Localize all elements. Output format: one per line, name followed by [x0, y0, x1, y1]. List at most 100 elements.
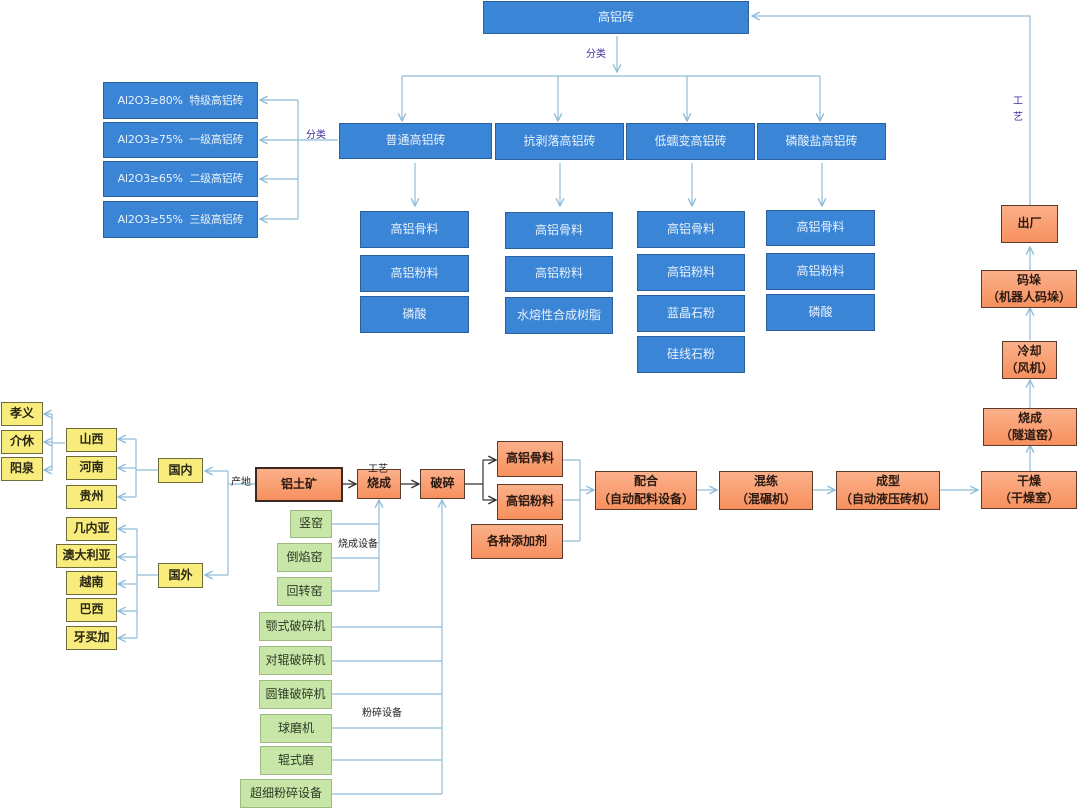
process-shipping: 出厂 — [1001, 205, 1058, 243]
connector — [752, 16, 1031, 205]
component-label: 高铝骨料 — [796, 220, 845, 235]
crusher-label: 圆锥破碎机 — [265, 686, 326, 701]
material-name: 高铝粉料 — [505, 494, 554, 509]
process-equipment: （机器人码垛） — [986, 290, 1071, 304]
city-box: 介休 — [1, 430, 43, 454]
component-label: 高铝粉料 — [534, 266, 583, 281]
process-equipment: （隧道窑） — [999, 428, 1060, 442]
component-box: 高铝粉料 — [360, 255, 469, 292]
grade-box: Al2O3≥80% 特级高铝砖 — [103, 82, 258, 119]
origin-domestic: 国内 — [158, 458, 203, 483]
origin-label: 产地 — [231, 477, 251, 488]
title-text: 高铝砖 — [597, 9, 634, 24]
process-equipment: （混碾机） — [735, 491, 796, 506]
material-name: 高铝骨料 — [505, 451, 554, 466]
material-powder: 高铝粉料 — [497, 484, 563, 520]
process-name: 成型 — [875, 474, 900, 489]
grade-label: Al2O3≥65% 二级高铝砖 — [117, 172, 244, 186]
country-label: 牙买加 — [73, 630, 110, 645]
crusher-box: 颚式破碎机 — [259, 612, 332, 641]
country-box: 澳大利亚 — [56, 544, 117, 568]
process-batching: 配合 （自动配料设备） — [595, 471, 697, 510]
country-label: 巴西 — [79, 602, 104, 617]
province-box: 河南 — [66, 456, 117, 480]
grade-box: Al2O3≥55% 三级高铝砖 — [103, 201, 258, 238]
component-label: 高铝粉料 — [666, 264, 715, 279]
country-box: 巴西 — [66, 598, 117, 622]
process-name: 码垛 — [1016, 272, 1041, 287]
component-box: 磷酸 — [766, 294, 875, 331]
category-label: 普通高铝砖 — [385, 133, 446, 148]
component-box: 高铝骨料 — [637, 211, 745, 248]
city-label: 阳泉 — [9, 461, 34, 476]
origin-group-label: 国内 — [168, 462, 193, 477]
kiln-box: 竖窑 — [290, 510, 332, 538]
kiln-label: 回转窑 — [286, 583, 323, 598]
category-label: 低蠕变高铝砖 — [654, 133, 727, 148]
component-box: 硅线石粉 — [637, 336, 745, 373]
crusher-label: 颚式破碎机 — [265, 618, 326, 633]
country-box: 几内亚 — [66, 517, 117, 541]
city-label: 介休 — [9, 434, 34, 449]
component-label: 磷酸 — [402, 306, 427, 321]
process-sintering: 烧成 （隧道窑） — [983, 408, 1077, 446]
process-name: 冷却 — [1017, 343, 1042, 358]
process-stacking: 码垛 （机器人码垛） — [981, 270, 1077, 308]
process-label-mid: 工艺 — [368, 464, 388, 475]
raw-material-bauxite: 铝土矿 — [255, 467, 343, 502]
country-box: 越南 — [66, 571, 117, 595]
origin-foreign: 国外 — [158, 563, 203, 588]
component-box: 高铝骨料 — [766, 210, 875, 246]
classify-label-top: 分类 — [586, 49, 606, 60]
component-box: 高铝粉料 — [766, 253, 875, 290]
grade-box: Al2O3≥65% 二级高铝砖 — [103, 161, 258, 197]
raw-material-name: 铝土矿 — [280, 476, 317, 491]
process-equipment: （自动配料设备） — [597, 491, 694, 506]
city-box: 孝义 — [1, 402, 43, 426]
crusher-box: 球磨机 — [260, 714, 332, 743]
country-box: 牙买加 — [66, 626, 117, 650]
grade-label: Al2O3≥55% 三级高铝砖 — [117, 212, 244, 226]
process-forming: 成型 （自动液压砖机） — [836, 471, 940, 510]
crusher-box: 辊式磨 — [260, 746, 332, 775]
classify-label-left: 分类 — [306, 130, 326, 141]
component-box: 蓝晶石粉 — [637, 295, 745, 332]
process-equipment: （风机） — [1005, 361, 1054, 375]
city-box: 阳泉 — [1, 457, 43, 481]
grade-box: Al2O3≥75% 一级高铝砖 — [103, 122, 258, 158]
process-name: 烧成 — [366, 476, 391, 491]
process-crushing: 破碎 — [420, 469, 465, 499]
city-label: 孝义 — [9, 406, 34, 421]
kiln-box: 倒焰窑 — [277, 543, 332, 572]
category-box: 磷酸盐高铝砖 — [757, 123, 886, 160]
component-label: 蓝晶石粉 — [666, 305, 715, 320]
title-box: 高铝砖 — [483, 1, 749, 34]
component-label: 高铝粉料 — [796, 263, 845, 278]
kiln-label: 倒焰窑 — [286, 549, 323, 564]
process-drying: 干燥 （干燥室） — [981, 471, 1077, 509]
component-box: 高铝粉料 — [637, 254, 745, 291]
component-box: 高铝粉料 — [505, 256, 613, 292]
category-label: 磷酸盐高铝砖 — [785, 133, 858, 148]
material-additives: 各种添加剂 — [471, 524, 563, 559]
component-label: 高铝骨料 — [666, 221, 715, 236]
process-name: 出厂 — [1017, 216, 1042, 231]
country-label: 越南 — [79, 575, 104, 590]
component-label: 高铝骨料 — [390, 221, 439, 236]
crusher-box: 圆锥破碎机 — [259, 680, 332, 709]
category-box: 抗剥落高铝砖 — [495, 123, 624, 160]
process-label-right-2: 艺 — [1013, 112, 1023, 123]
crusher-label: 超细粉碎设备 — [249, 785, 322, 800]
kiln-label: 竖窑 — [298, 516, 323, 531]
process-equipment: （自动液压砖机） — [839, 491, 936, 506]
process-name: 烧成 — [1017, 410, 1042, 425]
component-label: 高铝粉料 — [390, 265, 439, 280]
component-box: 水熔性合成树脂 — [505, 297, 613, 334]
material-aggregate: 高铝骨料 — [497, 441, 563, 477]
crusher-label: 对辊破碎机 — [265, 652, 326, 667]
crusher-box: 超细粉碎设备 — [240, 779, 332, 808]
component-label: 高铝骨料 — [534, 222, 583, 237]
component-box: 磷酸 — [360, 296, 469, 333]
grade-label: Al2O3≥75% 一级高铝砖 — [117, 133, 244, 147]
crushing-equipment-label: 粉碎设备 — [362, 708, 402, 719]
